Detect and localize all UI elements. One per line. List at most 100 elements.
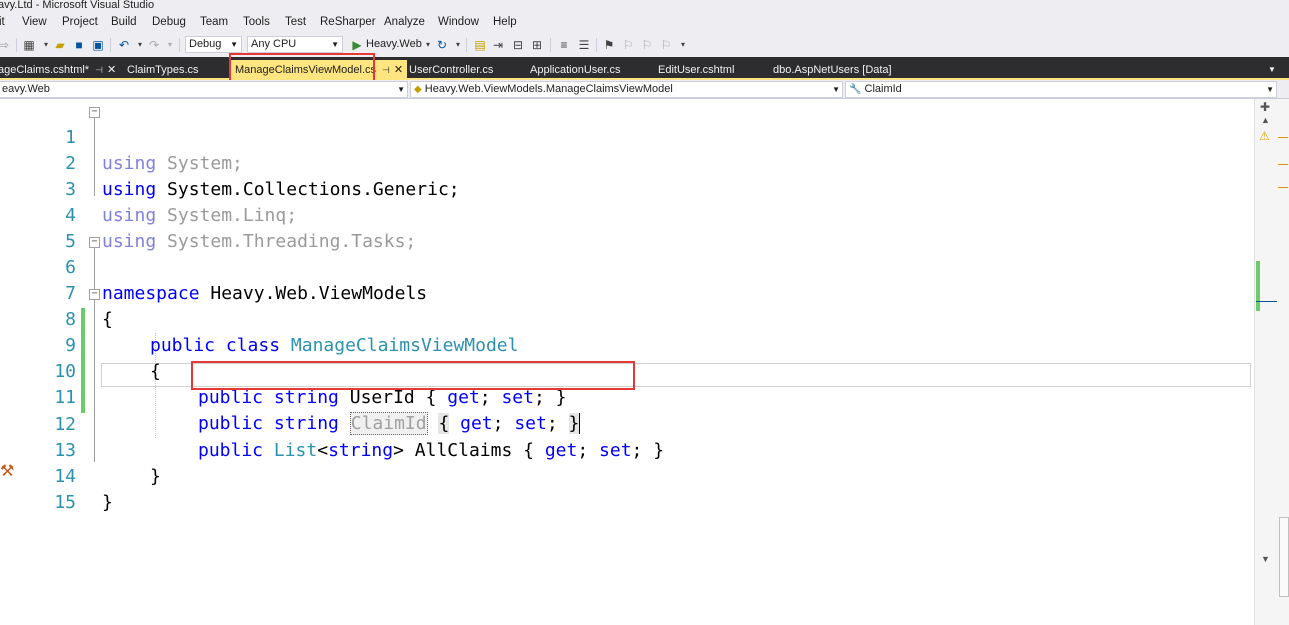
tab-aspnetusers-data[interactable]: dbo.AspNetUsers [Data] xyxy=(773,62,892,78)
toolbar-separator xyxy=(596,38,597,52)
menu-team[interactable]: Team xyxy=(200,16,228,28)
menu-test[interactable]: Test xyxy=(285,16,306,28)
tab-manageclaims-cshtml[interactable]: ageClaims.cshtml* ⊣ ✕ xyxy=(0,62,116,78)
uncomment-icon[interactable]: ☰ xyxy=(576,37,592,53)
redo-dropdown-icon[interactable]: ▾ xyxy=(162,37,178,53)
tab-claimtypes-cs[interactable]: ClaimTypes.cs xyxy=(127,62,199,78)
bookmark-next-icon[interactable]: ⚐ xyxy=(639,37,655,53)
change-marker xyxy=(1256,261,1260,311)
toolbar-separator xyxy=(179,38,180,52)
chevron-down-icon: ▼ xyxy=(230,40,238,49)
bookmark-icon[interactable]: ⚑ xyxy=(601,37,617,53)
collapse-toggle-icon[interactable]: − xyxy=(89,289,100,300)
split-icon[interactable]: ✚ xyxy=(1260,100,1270,114)
outline-collapse-icon[interactable]: ⊟ xyxy=(510,37,526,53)
marker xyxy=(1278,137,1288,138)
scroll-up-icon[interactable]: ▲ xyxy=(1261,115,1270,125)
code-line-1: 1 using System; xyxy=(0,99,1254,174)
chevron-down-icon: ▼ xyxy=(397,85,405,94)
code-line-14: 14 } xyxy=(0,438,1254,513)
tab-label: ClaimTypes.cs xyxy=(127,64,199,76)
tab-label: UserController.cs xyxy=(409,64,494,76)
collapse-toggle-icon[interactable]: − xyxy=(89,107,100,118)
new-project-icon[interactable]: ▦ xyxy=(21,37,37,53)
menu-edit[interactable]: it xyxy=(0,16,5,28)
find-in-files-icon[interactable]: ▤ xyxy=(472,37,488,53)
toolbar: ⇨ ▦ ▾ ▰ ■ ▣ ↶ ▾ ↷ ▾ Debug ▼ Any CPU ▼ ▶ … xyxy=(0,33,1289,57)
tab-applicationuser-cs[interactable]: ApplicationUser.cs xyxy=(530,62,621,78)
solution-configuration-value: Debug xyxy=(189,38,222,50)
menu-window[interactable]: Window xyxy=(438,16,479,28)
chevron-down-icon: ▼ xyxy=(1266,85,1274,94)
tab-edituser-cshtml[interactable]: EditUser.cshtml xyxy=(658,62,734,78)
toolbar-separator xyxy=(550,38,551,52)
navigation-bar: eavy.Web ▼ ◆ Heavy.Web.ViewModels.Manage… xyxy=(0,80,1289,99)
menu-project[interactable]: Project xyxy=(62,16,98,28)
menu-resharper[interactable]: ReSharper xyxy=(320,16,376,28)
tab-overflow-icon[interactable]: ▼ xyxy=(1268,62,1276,78)
member-select[interactable]: 🔧 ClaimId ▼ xyxy=(845,81,1277,98)
vertical-scrollbar[interactable]: ✚ ▲ ⚠ ▼ xyxy=(1254,99,1278,625)
code-line-9: 9 { xyxy=(0,307,1254,382)
caret-position-marker xyxy=(1256,301,1278,302)
toolbar-overflow-icon[interactable]: ▾ xyxy=(675,37,691,53)
warning-icon[interactable]: ⚠ xyxy=(1259,129,1270,143)
start-debugging-icon[interactable]: ▶ xyxy=(349,37,365,53)
solution-configuration-select[interactable]: Debug ▼ xyxy=(185,36,242,53)
open-folder-icon[interactable]: ▰ xyxy=(52,37,68,53)
code-line-13: 13 } xyxy=(0,412,1254,487)
scroll-down-icon[interactable]: ▼ xyxy=(1261,554,1270,564)
title-bar: avy.Ltd - Microsoft Visual Studio xyxy=(0,0,1289,13)
menu-build[interactable]: Build xyxy=(111,16,137,28)
annotation-box-line xyxy=(191,361,635,390)
tab-label: EditUser.cshtml xyxy=(658,64,735,76)
bookmark-prev-icon[interactable]: ⚐ xyxy=(620,37,636,53)
close-icon[interactable]: ✕ xyxy=(107,64,116,76)
start-debugging-button[interactable]: Heavy.Web xyxy=(366,38,422,50)
pin-icon[interactable]: ⊣ xyxy=(95,65,103,75)
project-value: eavy.Web xyxy=(2,83,50,95)
bookmark-clear-icon[interactable]: ⚐ xyxy=(658,37,674,53)
collapse-toggle-icon[interactable]: − xyxy=(89,237,100,248)
forward-icon[interactable]: ⇨ xyxy=(0,37,12,53)
navigate-icon[interactable]: ⇥ xyxy=(490,37,506,53)
menu-help[interactable]: Help xyxy=(493,16,517,28)
property-icon: 🔧 xyxy=(849,84,862,95)
refresh-icon[interactable]: ↻ xyxy=(434,37,450,53)
side-panel-tab[interactable] xyxy=(1279,517,1289,597)
close-icon[interactable]: ✕ xyxy=(394,64,403,76)
menu-debug[interactable]: Debug xyxy=(152,16,186,28)
pin-icon[interactable]: ⊣ xyxy=(382,65,390,75)
code-line-10: 10 public string UserId { get; set; } xyxy=(0,333,1254,408)
tab-usercontroller-cs[interactable]: UserController.cs xyxy=(409,62,493,78)
code-line-7: 7 { xyxy=(0,255,1254,330)
class-select[interactable]: ◆ Heavy.Web.ViewModels.ManageClaimsViewM… xyxy=(410,81,843,98)
menu-tools[interactable]: Tools xyxy=(243,16,270,28)
menu-bar: it View Project Build Debug Team Tools T… xyxy=(0,13,1289,33)
outline-expand-icon[interactable]: ⊞ xyxy=(529,37,545,53)
undo-icon[interactable]: ↶ xyxy=(116,37,132,53)
code-line-2: 2 using System.Collections.Generic; xyxy=(0,125,1254,200)
redo-icon[interactable]: ↷ xyxy=(146,37,162,53)
save-all-icon[interactable]: ▣ xyxy=(90,37,106,53)
marker xyxy=(1278,187,1288,188)
code-editor[interactable]: 1 using System; − 2 using System.Collect… xyxy=(0,99,1254,625)
project-select[interactable]: eavy.Web ▼ xyxy=(0,81,408,98)
menu-analyze[interactable]: Analyze xyxy=(384,16,425,28)
tab-label: ageClaims.cshtml* xyxy=(0,64,90,76)
code-line-5: 5 xyxy=(0,203,1254,252)
marker xyxy=(1278,164,1288,165)
comment-icon[interactable]: ≡ xyxy=(556,37,572,53)
code-line-8: 8 public class ManageClaimsViewModel xyxy=(0,281,1254,356)
chevron-down-icon: ▼ xyxy=(331,40,339,49)
menu-view[interactable]: View xyxy=(22,16,47,28)
chevron-down-icon: ▼ xyxy=(832,85,840,94)
save-icon[interactable]: ■ xyxy=(71,37,87,53)
solution-platform-select[interactable]: Any CPU ▼ xyxy=(247,36,343,53)
refresh-dropdown-icon[interactable]: ▾ xyxy=(450,37,466,53)
solution-platform-value: Any CPU xyxy=(251,38,297,50)
tab-label: ApplicationUser.cs xyxy=(530,64,621,76)
code-line-6: 6 namespace Heavy.Web.ViewModels xyxy=(0,229,1254,304)
toolbar-separator xyxy=(466,38,467,52)
right-edge-panel xyxy=(1277,99,1289,625)
